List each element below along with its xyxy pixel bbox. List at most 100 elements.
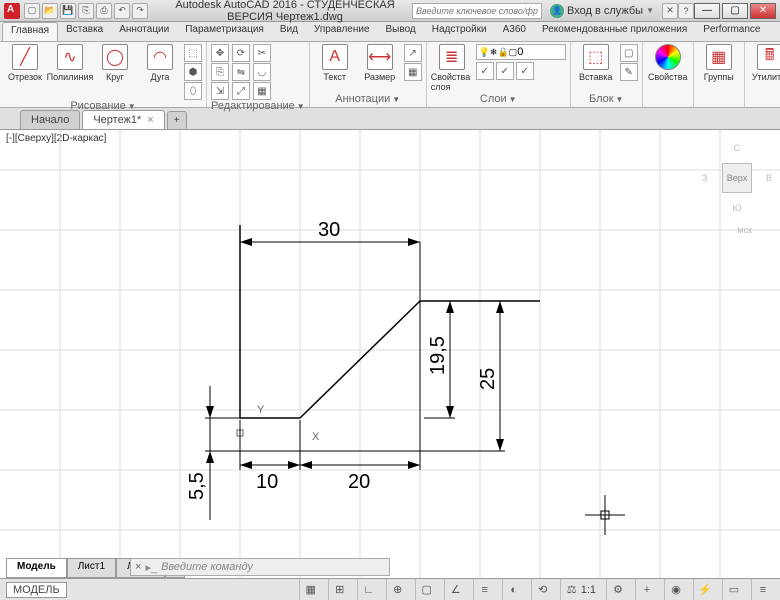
otrack-icon[interactable]: ∠ [449,583,463,597]
osnap-icon[interactable]: ▢ [420,583,434,597]
clean-screen-icon[interactable]: ▭ [727,583,741,597]
layer-btn-3[interactable]: ✓ [516,62,534,80]
block-btn-1[interactable]: ▢ [620,44,638,62]
layer-combo[interactable]: 💡❄🔒▢ 0 [476,44,566,60]
annotation-monitor-icon[interactable]: + [640,583,654,597]
doc-tab-drawing1[interactable]: Чертеж1*× [82,110,164,129]
drawing-area[interactable]: [-][Сверху][2D-каркас] Y X [0,130,780,578]
ribbon-tab-a360[interactable]: A360 [495,22,534,41]
rotate-button[interactable]: ⟳ [232,44,250,62]
layer-btn-1[interactable]: ✓ [476,62,494,80]
lineweight-icon[interactable]: ≡ [478,583,492,597]
ribbon-group-block: ⬚Вставка ▢✎ Блок▼ [571,42,643,107]
polar-icon[interactable]: ⊕ [391,583,405,597]
qat-redo-icon[interactable]: ↷ [132,3,148,19]
viewcube-face[interactable]: Верх [722,163,752,193]
ribbon-tab-output[interactable]: Вывод [378,22,424,41]
new-tab-button[interactable]: + [167,111,187,129]
polyline-button[interactable]: ∿Полилиния [49,44,91,82]
insert-block-button[interactable]: ⬚Вставка [575,44,617,82]
qat-save-icon[interactable]: 💾 [60,3,76,19]
app-icon[interactable] [4,3,20,19]
draw-small-2[interactable]: ⬢ [184,63,202,81]
help-icon[interactable]: ? [678,3,694,19]
layer-props-button[interactable]: ≣Свойства слоя [431,44,473,92]
ribbon-group-groups: ▦Группы [694,42,745,107]
chevron-down-icon[interactable]: ▼ [297,102,305,111]
chevron-down-icon[interactable]: ▼ [392,95,400,104]
chevron-down-icon[interactable]: ▼ [509,95,517,104]
doc-tab-start[interactable]: Начало [20,110,80,129]
line-button[interactable]: ╱Отрезок [4,44,46,82]
dimension-button[interactable]: ⟷Размер [359,44,401,82]
cycling-icon[interactable]: ⟲ [536,583,550,597]
layout1-tab[interactable]: Лист1 [67,558,116,578]
close-icon[interactable]: × [135,561,141,573]
viewcube-north[interactable]: С [734,143,741,153]
stretch-button[interactable]: ⇲ [211,82,229,100]
utilities-button[interactable]: 🖩Утилиты [749,44,780,82]
qat-new-icon[interactable]: ▢ [24,3,40,19]
canvas[interactable]: Y X 30 10 20 19,5 [0,130,780,578]
trim-button[interactable]: ✂ [253,44,271,62]
ribbon-tab-featured[interactable]: Рекомендованные приложения [534,22,695,41]
block-btn-2[interactable]: ✎ [620,63,638,81]
close-icon[interactable]: × [147,114,153,126]
ortho-icon[interactable]: ∟ [362,583,376,597]
ribbon-tab-view[interactable]: Вид [272,22,306,41]
scale-button[interactable]: ⤢ [232,82,250,100]
transparency-icon[interactable]: ◐ [507,583,521,597]
maximize-button[interactable]: ▢ [722,3,748,19]
ribbon-tab-performance[interactable]: Performance [695,22,768,41]
copy-button[interactable]: ⎘ [211,63,229,81]
ribbon-tab-annotate[interactable]: Аннотации [111,22,177,41]
viewcube-south[interactable]: Ю [732,203,741,213]
annotation-scale-icon[interactable]: ⚖ [565,583,579,597]
layer-btn-2[interactable]: ✓ [496,62,514,80]
leader-button[interactable]: ↗ [404,44,422,62]
arc-button[interactable]: ◠Дуга [139,44,181,82]
ribbon-tab-addins[interactable]: Надстройки [424,22,495,41]
viewcube[interactable]: С Ю В З Верх [714,155,760,201]
hardware-accel-icon[interactable]: ⚡ [698,583,712,597]
draw-small-3[interactable]: ⬯ [184,82,202,100]
login-button[interactable]: 👤 Вход в службы ▼ [550,4,654,18]
wcs-label[interactable]: мск [737,225,752,235]
ribbon-tab-parametric[interactable]: Параметризация [177,22,272,41]
fillet-button[interactable]: ◡ [253,63,271,81]
ribbon-tab-insert[interactable]: Вставка [58,22,111,41]
chevron-down-icon[interactable]: ▼ [616,95,624,104]
model-tab[interactable]: Модель [6,558,67,578]
grid [0,130,780,578]
exchange-icon[interactable]: ✕ [662,3,678,19]
qat-saveas-icon[interactable]: ⎘ [78,3,94,19]
qat-open-icon[interactable]: 📂 [42,3,58,19]
groups-button[interactable]: ▦Группы [698,44,740,82]
close-button[interactable]: ✕ [750,3,776,19]
move-button[interactable]: ✥ [211,44,229,62]
circle-button[interactable]: ◯Круг [94,44,136,82]
viewcube-west[interactable]: З [702,173,707,183]
viewcube-east[interactable]: В [766,173,772,183]
draw-small-1[interactable]: ⬚ [184,44,202,62]
snap-icon[interactable]: ⊞ [333,583,347,597]
mirror-button[interactable]: ⇋ [232,63,250,81]
ribbon-tab-home[interactable]: Главная [2,22,58,41]
ribbon-tab-manage[interactable]: Управление [306,22,378,41]
workspace-icon[interactable]: ⚙ [611,583,625,597]
status-model-button[interactable]: МОДЕЛЬ [6,582,67,598]
text-button[interactable]: AТекст [314,44,356,82]
minimize-button[interactable]: — [694,3,720,19]
properties-button[interactable]: Свойства [647,44,689,82]
isolate-icon[interactable]: ◉ [669,583,683,597]
login-label: Вход в службы [567,5,643,17]
line-icon: ╱ [12,44,38,70]
qat-undo-icon[interactable]: ↶ [114,3,130,19]
array-button[interactable]: ▦ [253,82,271,100]
command-line[interactable]: × ▸_ Введите команду [130,558,390,576]
grid-icon[interactable]: ▦ [304,583,318,597]
qat-print-icon[interactable]: ⎙ [96,3,112,19]
table-button[interactable]: ▦ [404,63,422,81]
help-search-input[interactable] [412,3,542,19]
customize-icon[interactable]: ≡ [756,583,770,597]
